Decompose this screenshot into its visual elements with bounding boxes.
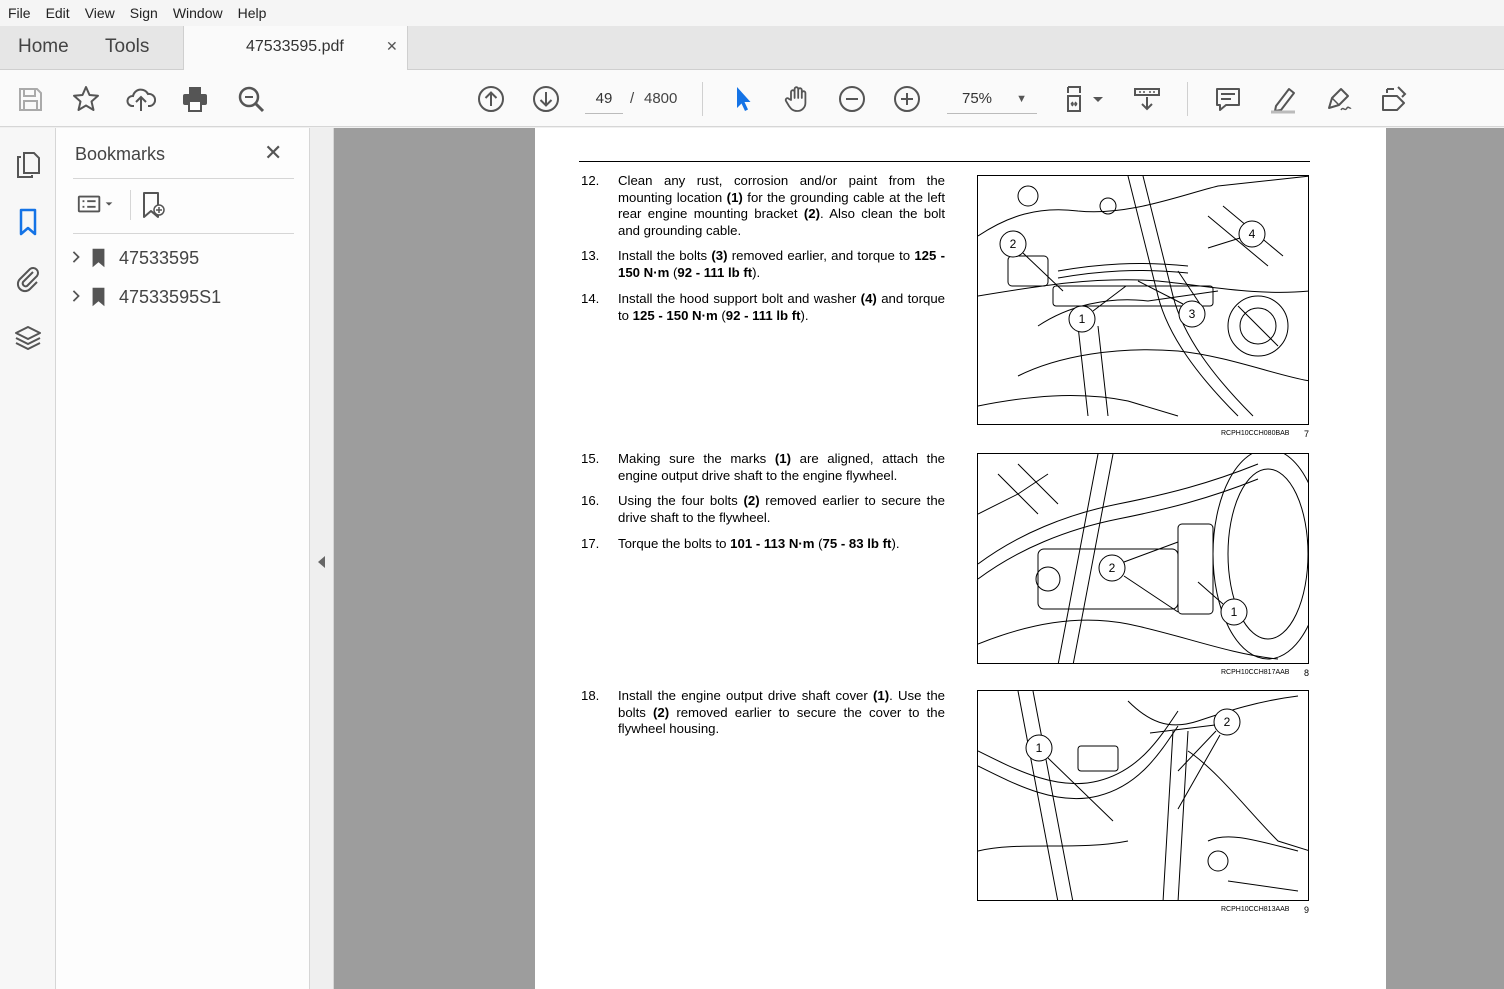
step-text: Install the hood support bolt and washer… [618,291,945,323]
step-number: 14. [581,291,600,306]
step-text: Clean any rust, corrosion and/or paint f… [618,173,945,238]
figure-code: RCPH10CCH817AAB [1221,669,1290,676]
bookmark-label: 47533595S1 [119,286,222,307]
step-text: Making sure the marks (1) are aligned, a… [618,451,945,483]
page-thumbnails-icon[interactable] [11,147,45,181]
bookmarks-panel: Bookmarks ✕ 47533595 47533595S1 [56,128,310,989]
print-icon[interactable] [178,82,212,116]
search-zoom-icon[interactable] [234,82,268,116]
bookmark-icon [92,287,105,307]
step-number: 18. [581,688,600,703]
bookmark-icon[interactable] [11,205,45,239]
page-header-rule [579,161,1310,162]
zoom-out-icon[interactable] [835,82,869,116]
collapse-panel-icon[interactable] [318,556,325,568]
close-panel-icon[interactable]: ✕ [264,140,282,166]
zoom-level-select[interactable]: 75% ▼ [947,84,1037,114]
menu-file[interactable]: File [8,5,31,21]
menu-edit[interactable]: Edit [46,5,70,21]
navigation-rail [0,128,56,989]
toolbar-divider [1187,82,1188,116]
step-number: 16. [581,493,600,508]
engine-mount-illustration: 2 1 3 4 [977,175,1309,425]
step-text: Install the engine output drive shaft co… [618,688,945,736]
step-number: 15. [581,451,600,466]
callout-label: 1 [1079,312,1086,326]
bookmarks-title: Bookmarks [75,144,166,164]
callout-label: 2 [1010,237,1017,251]
page-separator: / [630,90,635,107]
menu-help[interactable]: Help [238,5,267,21]
callout-label: 2 [1224,715,1231,729]
chevron-right-icon[interactable] [70,287,90,308]
star-icon[interactable] [69,82,103,116]
step-text: Using the four bolts (2) removed earlier… [618,493,945,525]
new-bookmark-button[interactable] [138,190,168,220]
tab-home[interactable]: Home [18,36,69,58]
drive-shaft-illustration: 2 1 [977,453,1309,664]
menu-view[interactable]: View [85,5,115,21]
drive-shaft-cover-illustration: 1 2 [977,690,1309,901]
menu-bar: File Edit View Sign Window Help [0,0,1504,26]
zoom-level-value: 75% [962,90,993,107]
select-cursor-icon[interactable] [725,82,759,116]
previous-page-icon[interactable] [474,82,508,116]
scroll-mode-icon[interactable] [1130,82,1164,116]
panel-splitter[interactable] [310,128,334,989]
bookmark-options-button[interactable] [76,190,114,218]
more-tools-icon[interactable] [1376,82,1410,116]
step-number: 12. [581,173,600,188]
callout-label: 2 [1109,561,1116,575]
step-number: 13. [581,248,600,263]
figure-number: 7 [1303,429,1309,439]
bookmark-item[interactable]: 47533595S1 [70,283,221,311]
chevron-down-icon [105,202,113,206]
bookmark-label: 47533595 [119,247,200,268]
save-icon[interactable] [13,82,47,116]
panel-divider [73,233,294,234]
sign-pen-icon[interactable] [1321,82,1355,116]
bookmark-item[interactable]: 47533595 [70,244,199,272]
cloud-upload-icon[interactable] [124,82,158,116]
panel-tool-divider [130,190,131,220]
step-text: Install the bolts (3) removed earlier, a… [618,248,945,280]
menu-window[interactable]: Window [173,5,223,21]
pdf-page: 12. Clean any rust, corrosion and/or pai… [535,128,1386,989]
chevron-right-icon[interactable] [70,248,90,269]
list-options-icon [77,195,101,213]
tab-bar: Home Tools 47533595.pdf ✕ [0,26,1504,71]
comment-icon[interactable] [1211,82,1245,116]
step-text: Torque the bolts to 101 - 113 N·m (75 - … [618,536,900,551]
callout-label: 3 [1189,307,1196,321]
menu-sign[interactable]: Sign [130,5,158,21]
add-bookmark-icon [143,192,165,218]
fit-page-dropdown-icon[interactable] [1088,82,1108,116]
bookmark-icon [92,248,105,268]
highlight-pen-icon[interactable] [1266,82,1300,116]
page-total: 4800 [644,90,678,107]
figure-number: 8 [1303,668,1309,678]
toolbar-divider [702,82,703,116]
tab-document[interactable]: 47533595.pdf ✕ [183,26,408,71]
document-tab-title: 47533595.pdf [246,38,344,55]
panel-divider [73,178,294,179]
step-number: 17. [581,536,600,551]
tab-tools[interactable]: Tools [105,36,149,58]
toolbar: 49 / 4800 75% ▼ [0,70,1504,127]
attachment-icon[interactable] [11,261,45,295]
layers-icon[interactable] [11,321,45,355]
zoom-in-icon[interactable] [890,82,924,116]
callout-label: 1 [1036,741,1043,755]
chevron-down-icon: ▼ [1016,93,1027,105]
figure-number: 9 [1303,905,1309,915]
close-tab-icon[interactable]: ✕ [386,38,398,55]
hand-tool-icon[interactable] [780,82,814,116]
document-viewport[interactable]: 12. Clean any rust, corrosion and/or pai… [334,128,1504,989]
next-page-icon[interactable] [529,82,563,116]
figure-code: RCPH10CCH813AAB [1221,906,1290,913]
figure-code: RCPH10CCH080BAB [1221,430,1290,437]
page-number-input[interactable]: 49 [585,84,623,114]
callout-label: 1 [1231,605,1238,619]
callout-label: 4 [1249,227,1256,241]
